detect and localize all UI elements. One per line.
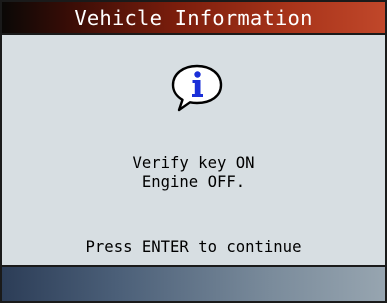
continue-prompt: Press ENTER to continue: [85, 238, 302, 256]
function-key-bar: [2, 265, 385, 301]
message-line-1: Verify key ON: [132, 154, 255, 172]
scan-tool-screen: Vehicle Information Verify key ON Engine…: [0, 0, 387, 303]
message-line-2: Engine OFF.: [141, 173, 246, 191]
screen-title: Vehicle Information: [74, 5, 313, 30]
content-area: Verify key ON Engine OFF. Press ENTER to…: [2, 35, 385, 265]
message-text: Verify key ON Engine OFF.: [2, 154, 385, 192]
info-icon: [171, 64, 223, 112]
title-bar: Vehicle Information: [2, 2, 385, 35]
